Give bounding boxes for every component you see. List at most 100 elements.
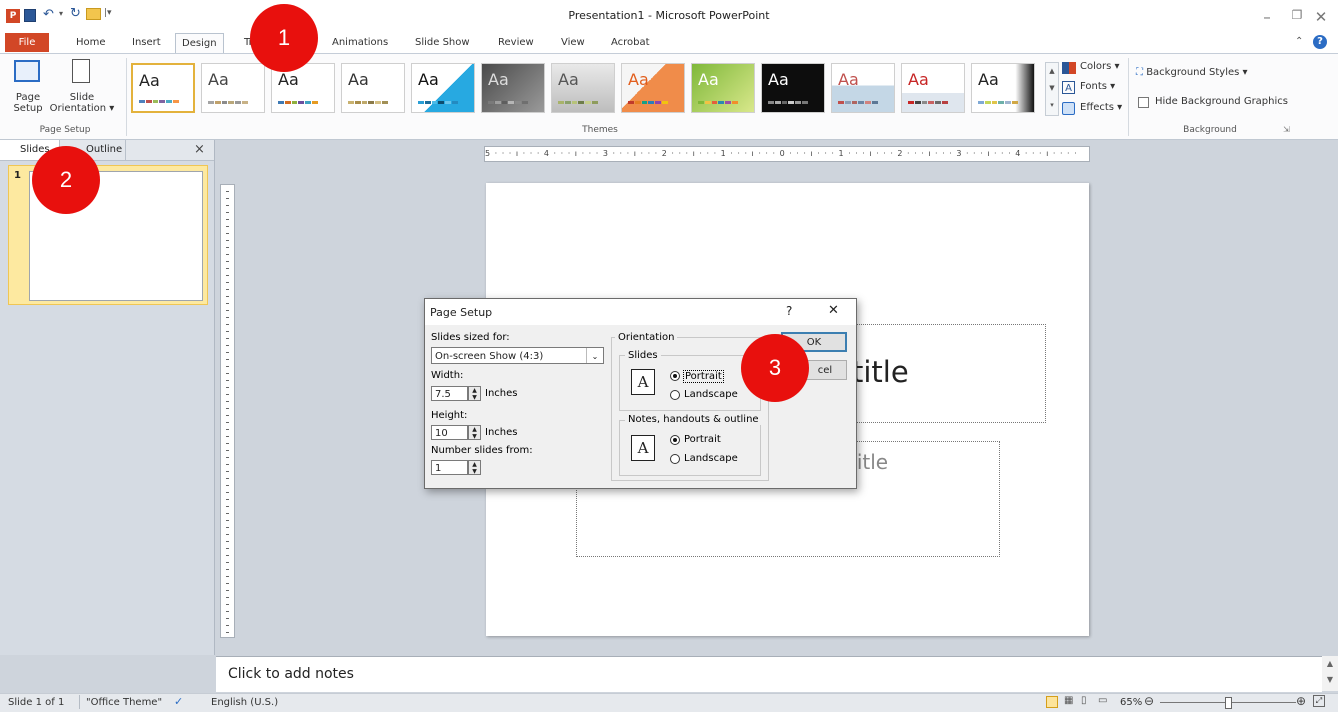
ruler-tick	[226, 352, 229, 353]
dialog-help-button[interactable]: ?	[786, 304, 792, 318]
theme-thumbnail[interactable]: Aa	[831, 63, 895, 113]
slides-landscape-radio[interactable]	[670, 390, 680, 400]
theme-thumbnail[interactable]: Aa	[481, 63, 545, 113]
dialog-launcher-icon[interactable]: ⇲	[1283, 125, 1290, 134]
tab-slide-show[interactable]: Slide Show	[409, 33, 476, 52]
close-pane-icon[interactable]: ×	[194, 142, 205, 157]
height-field[interactable]: 10	[431, 425, 468, 440]
window-title: Presentation1 - Microsoft PowerPoint	[568, 9, 770, 22]
zoom-out-icon[interactable]: ⊖	[1144, 694, 1154, 708]
theme-color-swatches	[698, 101, 738, 104]
theme-color-swatches	[908, 101, 948, 104]
theme-thumbnail[interactable]: Aa	[551, 63, 615, 113]
zoom-in-icon[interactable]: ⊕	[1296, 694, 1306, 708]
theme-thumbnail[interactable]: Aa	[691, 63, 755, 113]
minimize-button[interactable]: –	[1252, 8, 1282, 28]
theme-color-swatches	[139, 100, 179, 103]
help-icon[interactable]: ?	[1313, 35, 1327, 49]
tab-review[interactable]: Review	[492, 33, 540, 52]
fonts-button[interactable]: A Fonts ▾	[1062, 81, 1115, 94]
slide-orientation-button[interactable]: Slide Orientation ▾	[46, 92, 118, 114]
tab-home[interactable]: Home	[70, 33, 112, 52]
theme-sample-text: Aa	[978, 70, 999, 89]
ruler-tick	[226, 457, 229, 458]
tab-animations[interactable]: Animations	[326, 33, 394, 52]
theme-thumbnail[interactable]: Aa	[621, 63, 685, 113]
ruler-tick	[226, 268, 229, 269]
page-setup-icon[interactable]	[14, 60, 40, 82]
group-label-background: Background	[1183, 125, 1237, 135]
slide-orientation-label-1: Slide	[69, 92, 95, 103]
language-status[interactable]: English (U.S.)	[211, 697, 278, 708]
theme-color-swatches	[558, 101, 598, 104]
tab-acrobat[interactable]: Acrobat	[605, 33, 656, 52]
height-stepper[interactable]: ▲ ▼	[468, 425, 481, 440]
spell-check-icon[interactable]: ✓	[174, 695, 183, 708]
ruler-tick	[226, 191, 229, 192]
theme-thumbnail[interactable]: Aa	[901, 63, 965, 113]
tab-insert[interactable]: Insert	[126, 33, 167, 52]
theme-thumbnail[interactable]: Aa	[971, 63, 1035, 113]
theme-thumbnail[interactable]: Aa	[761, 63, 825, 113]
tab-design[interactable]: Design	[175, 33, 224, 54]
ruler-tick	[226, 520, 229, 521]
close-window-button[interactable]: ✕	[1306, 8, 1336, 28]
reading-view-icon[interactable]: ▯	[1081, 695, 1087, 706]
themes-scroll[interactable]: ▲ ▼ ▾	[1045, 62, 1059, 116]
dialog-close-button[interactable]: ✕	[828, 303, 839, 318]
slides-sized-for-select[interactable]: On-screen Show (4:3) ⌄	[431, 347, 604, 364]
colors-button[interactable]: Colors ▾	[1062, 61, 1120, 74]
normal-view-icon[interactable]	[1046, 696, 1058, 708]
effects-button[interactable]: Effects ▾	[1062, 102, 1122, 115]
ruler-tick	[226, 618, 229, 619]
tab-file[interactable]: File	[5, 33, 49, 52]
zoom-slider-thumb[interactable]	[1225, 697, 1232, 709]
chevron-down-icon[interactable]: ⌄	[586, 348, 603, 363]
ruler-tick	[226, 527, 229, 528]
annotation-badge-3: 3	[741, 334, 809, 402]
theme-thumbnail[interactable]: Aa	[131, 63, 195, 113]
notes-portrait-label: Portrait	[684, 434, 721, 445]
theme-sample-text: Aa	[208, 70, 229, 89]
notes-landscape-radio[interactable]	[670, 454, 680, 464]
theme-thumbnail[interactable]: Aa	[341, 63, 405, 113]
fit-to-window-icon[interactable]: ⤢	[1313, 695, 1325, 707]
theme-sample-text: Aa	[418, 70, 439, 89]
minimize-ribbon-icon[interactable]: ⌃	[1295, 36, 1303, 47]
tab-view[interactable]: View	[555, 33, 591, 52]
ruler-tick	[226, 471, 229, 472]
notes-portrait-radio[interactable]	[670, 435, 680, 445]
theme-sample-text: Aa	[278, 70, 299, 89]
notes-pane[interactable]: Click to add notes	[216, 656, 1322, 692]
horizontal-ruler: 5 · · · ı · · · 4 · · · ı · · · 3 · · · …	[484, 146, 1090, 162]
theme-color-swatches	[418, 101, 458, 104]
ruler-tick	[226, 436, 229, 437]
page-setup-button[interactable]: Page Setup	[8, 92, 48, 114]
hide-background-graphics-checkbox[interactable]	[1138, 97, 1149, 108]
ruler-tick	[226, 345, 229, 346]
width-field[interactable]: 7.5	[431, 386, 468, 401]
ruler-tick	[226, 296, 229, 297]
zoom-level[interactable]: 65%	[1120, 697, 1142, 708]
ruler-tick	[226, 450, 229, 451]
number-slides-from-field[interactable]: 1	[431, 460, 468, 475]
width-stepper[interactable]: ▲ ▼	[468, 386, 481, 401]
annotation-badge-2: 2	[32, 146, 100, 214]
slides-portrait-radio[interactable]	[670, 371, 680, 381]
ruler-tick	[226, 226, 229, 227]
slide-orientation-icon[interactable]	[72, 59, 90, 83]
notes-scrollbar[interactable]: ▲ ▼	[1322, 656, 1338, 691]
ruler-tick	[226, 303, 229, 304]
theme-thumbnail[interactable]: Aa	[411, 63, 475, 113]
notes-orientation-label: Notes, handouts & outline	[625, 414, 762, 425]
background-styles-button[interactable]: ⛶ Background Styles ▾	[1136, 67, 1248, 78]
theme-sample-text: Aa	[348, 70, 369, 89]
number-slides-stepper[interactable]: ▲ ▼	[468, 460, 481, 475]
ruler-tick	[226, 408, 229, 409]
slide-sorter-icon[interactable]: ▦	[1064, 695, 1073, 706]
theme-thumbnail[interactable]: Aa	[201, 63, 265, 113]
ruler-tick	[226, 359, 229, 360]
slide-count-status: Slide 1 of 1	[8, 697, 65, 708]
slide-show-icon[interactable]: ▭	[1098, 695, 1107, 706]
ruler-tick	[226, 611, 229, 612]
